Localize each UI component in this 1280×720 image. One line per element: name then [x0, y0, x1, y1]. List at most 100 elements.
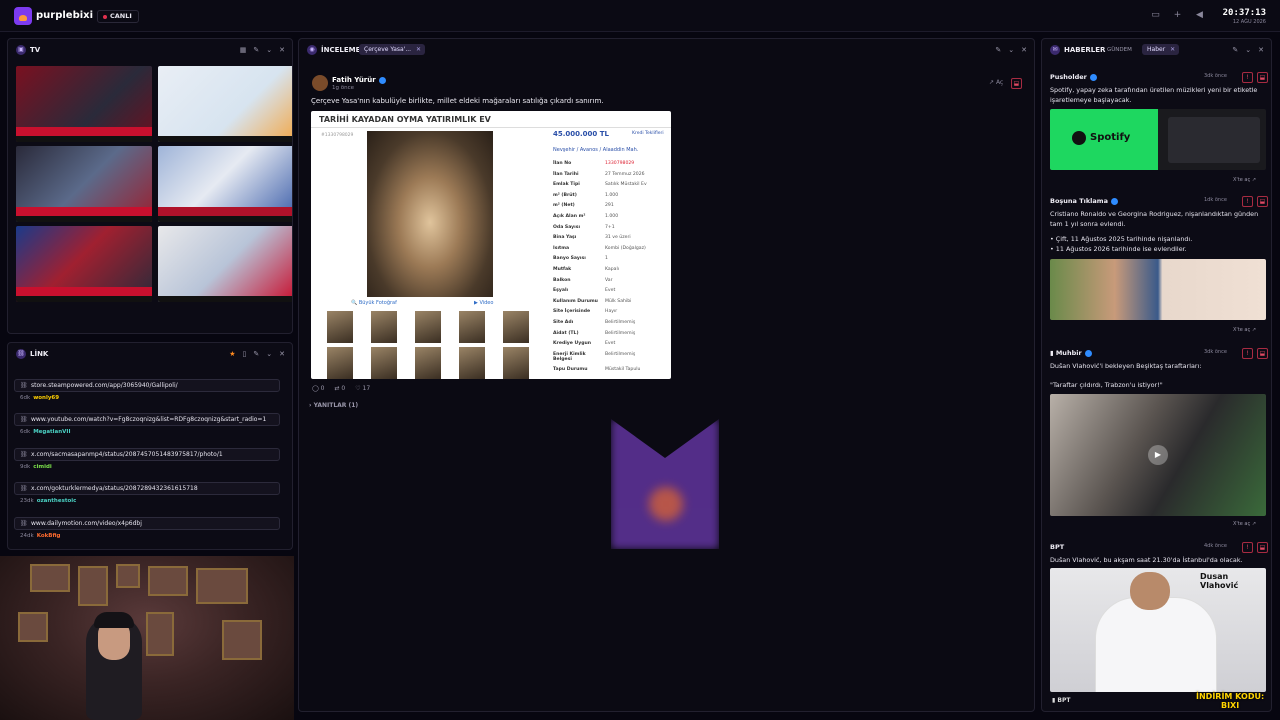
news-item[interactable]: BPT 4dk önce ! ⬓ Dušan Vlahović, bu akşa… — [1048, 542, 1268, 711]
link-item[interactable]: www.dailymotion.com/video/x4p6dbj 24dkKo… — [8, 515, 286, 545]
open-on-x-label[interactable]: X'te aç — [1233, 521, 1250, 527]
link-user[interactable]: MegatlanVII — [33, 429, 70, 435]
link-item[interactable]: x.com/gokturklermedya/status/20872894323… — [8, 480, 286, 510]
edit-icon[interactable]: ✎ — [995, 45, 1001, 55]
link-url[interactable]: www.youtube.com/watch?v=Fg8czoqnizg&list… — [14, 413, 280, 426]
open-on-x-label[interactable]: X'te aç — [1233, 177, 1250, 183]
news-source-name[interactable]: Muhbir — [1056, 349, 1082, 357]
news-source[interactable]: BPT — [1050, 543, 1064, 551]
chevron-down-icon[interactable]: ⌄ — [266, 349, 272, 359]
spec-key: Tapu Durumu — [553, 367, 588, 372]
chevron-down-icon[interactable]: ⌄ — [1008, 45, 1014, 55]
link-item[interactable]: www.youtube.com/watch?v=Fg8czoqnizg&list… — [8, 411, 286, 441]
tv-channel-6[interactable] — [158, 226, 292, 302]
review-panel-title: İNCELEME — [321, 46, 361, 54]
add-icon[interactable]: + — [1172, 10, 1183, 21]
open-on-x-link[interactable]: X'te aç ↗ — [1233, 521, 1256, 527]
listing-screenshot[interactable]: TARİHİ KAYADAN OYMA YATIRIMLIK EV #13307… — [311, 111, 671, 379]
bookmark-icon[interactable]: ⬓ — [1257, 196, 1268, 207]
post-author[interactable]: Fatih Yürür — [332, 76, 386, 84]
link-item[interactable]: x.com/sacmasapanmp4/status/2087457051483… — [8, 446, 286, 476]
open-on-x-link[interactable]: X'te aç ↗ — [1233, 327, 1256, 333]
news-source[interactable]: Boşuna Tıklama — [1050, 197, 1118, 205]
edit-icon[interactable]: ✎ — [253, 349, 259, 359]
tv-channel-2[interactable] — [158, 66, 292, 142]
edit-icon[interactable]: ✎ — [253, 45, 259, 55]
tv-channel-1[interactable] — [16, 66, 152, 142]
link-url[interactable]: x.com/sacmasapanmp4/status/2087457051483… — [14, 448, 280, 461]
listing-thumb[interactable] — [415, 311, 441, 343]
comment-count[interactable]: ◯ 0 — [312, 385, 324, 392]
news-video[interactable]: ▶ — [1050, 394, 1266, 516]
like-count[interactable]: ♡ 17 — [355, 385, 370, 392]
close-icon[interactable]: ✕ — [1170, 44, 1175, 55]
close-icon[interactable]: ✕ — [1021, 45, 1027, 55]
star-icon[interactable]: ★ — [229, 349, 235, 359]
repost-count[interactable]: ⇄ 0 — [334, 385, 345, 392]
author-avatar[interactable] — [312, 75, 328, 91]
tv-channel-4[interactable] — [158, 146, 292, 222]
open-external-label[interactable]: Aç — [996, 79, 1003, 86]
big-photo-link[interactable]: 🔍 Büyük Fotoğraf — [351, 300, 397, 306]
chevron-down-icon[interactable]: ⌄ — [266, 45, 272, 55]
bookmark-icon[interactable]: ⬓ — [1257, 72, 1268, 83]
listing-thumb[interactable] — [459, 347, 485, 379]
news-source[interactable]: ▮ Muhbir — [1050, 349, 1092, 357]
edit-icon[interactable]: ✎ — [1232, 45, 1238, 55]
link-url[interactable]: store.steampowered.com/app/3065940/Galli… — [14, 379, 280, 392]
news-source[interactable]: Pusholder — [1050, 73, 1097, 81]
listing-thumb[interactable] — [503, 347, 529, 379]
link-item[interactable]: store.steampowered.com/app/3065940/Galli… — [8, 377, 286, 407]
volume-icon[interactable]: ◀ — [1194, 10, 1205, 21]
post-author-name[interactable]: Fatih Yürür — [332, 76, 376, 84]
review-filter-tag[interactable]: Çerçeve Yasa'... ✕ — [359, 44, 426, 55]
listing-thumb[interactable] — [327, 311, 353, 343]
link-url[interactable]: www.dailymotion.com/video/x4p6dbj — [14, 517, 280, 530]
open-on-x-label[interactable]: X'te aç — [1233, 327, 1250, 333]
news-item[interactable]: ▮ Muhbir 3dk önce ! ⬓ Dušan Vlahović'i b… — [1048, 348, 1268, 529]
screen-icon[interactable]: ▭ — [1150, 10, 1161, 21]
listing-thumb[interactable] — [459, 311, 485, 343]
listing-thumb[interactable] — [503, 311, 529, 343]
alert-icon[interactable]: ! — [1242, 542, 1253, 553]
open-external-link[interactable]: ↗ Aç — [989, 79, 1003, 86]
link-user[interactable]: cimidi — [33, 464, 52, 470]
listing-thumb[interactable] — [371, 311, 397, 343]
alert-icon[interactable]: ! — [1242, 348, 1253, 359]
news-image[interactable]: Spotify — [1050, 109, 1266, 170]
chevron-down-icon[interactable]: ⌄ — [1245, 45, 1251, 55]
replies-toggle[interactable]: › YANITLAR (1) — [309, 402, 358, 409]
news-image[interactable]: Dusan Vlahović — [1050, 568, 1266, 692]
news-source-name[interactable]: Boşuna Tıklama — [1050, 197, 1108, 205]
close-icon[interactable]: ✕ — [416, 44, 421, 55]
play-button-icon[interactable]: ▶ — [1148, 445, 1168, 465]
alert-icon[interactable]: ! — [1242, 196, 1253, 207]
bookmark-icon[interactable]: ⬓ — [1257, 348, 1268, 359]
close-icon[interactable]: ✕ — [1258, 45, 1264, 55]
live-badge[interactable]: CANLI — [97, 10, 139, 23]
video-link[interactable]: ▶ Video — [474, 300, 493, 306]
tv-channel-3[interactable] — [16, 146, 152, 222]
grid-icon[interactable]: ▦ — [240, 45, 247, 55]
link-user[interactable]: wonly69 — [33, 395, 59, 401]
link-user[interactable]: ozanthestoic — [37, 498, 77, 504]
news-filter-tag[interactable]: Haber ✕ — [1142, 44, 1180, 55]
news-image[interactable] — [1050, 259, 1266, 320]
brand-logo-icon[interactable] — [14, 7, 32, 25]
bookmark-icon[interactable]: ⬓ — [1011, 78, 1022, 89]
trash-icon[interactable]: ▯ — [243, 349, 247, 359]
credit-offers-link[interactable]: Kredi Teklifleri — [632, 131, 664, 136]
close-icon[interactable]: ✕ — [279, 45, 285, 55]
listing-thumb[interactable] — [415, 347, 441, 379]
listing-thumb[interactable] — [327, 347, 353, 379]
bookmark-icon[interactable]: ⬓ — [1257, 542, 1268, 553]
alert-icon[interactable]: ! — [1242, 72, 1253, 83]
link-url[interactable]: x.com/gokturklermedya/status/20872894323… — [14, 482, 280, 495]
open-on-x-link[interactable]: X'te aç ↗ — [1233, 177, 1256, 183]
tv-channel-5[interactable] — [16, 226, 152, 302]
news-tab-gundem[interactable]: GÜNDEM — [1107, 47, 1132, 53]
news-source-name[interactable]: Pusholder — [1050, 73, 1087, 81]
listing-thumb[interactable] — [371, 347, 397, 379]
link-user[interactable]: KokBfig — [37, 533, 61, 539]
close-icon[interactable]: ✕ — [279, 349, 285, 359]
